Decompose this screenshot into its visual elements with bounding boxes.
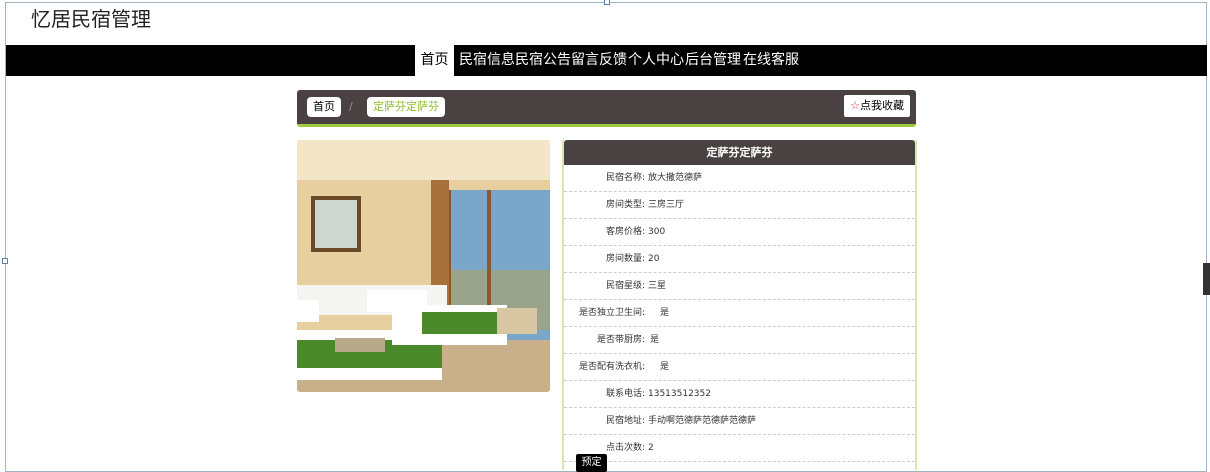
- row-label: 是否配有洗衣机:: [578, 362, 645, 372]
- breadcrumb-home[interactable]: 首页: [307, 97, 341, 117]
- row-label: 民宿地址:: [605, 416, 645, 426]
- row-value: 三房三厅: [648, 200, 685, 210]
- book-button[interactable]: 预定: [576, 454, 607, 472]
- favorite-label: 点我收藏: [860, 99, 904, 112]
- row-value: 13513512352: [648, 389, 711, 399]
- row-value: 300: [648, 227, 666, 237]
- detail-table: 定萨芬定萨芬 民宿名称: 放大撒范德萨 房间类型: 三房三厅 客房价格: 300…: [562, 140, 917, 472]
- row-label: 是否带厨房:: [596, 335, 645, 345]
- detail-row: 联系电话: 13513512352: [564, 381, 915, 408]
- main-nav: 首页 民宿信息 民宿公告 留言反馈 个人中心 后台管理 在线客服: [6, 45, 1207, 76]
- breadcrumb: 首页 / 定萨芬定萨芬 ☆点我收藏: [297, 90, 916, 127]
- star-icon: ☆: [850, 99, 860, 112]
- homestay-photo: [297, 140, 550, 392]
- row-label: 房间数量:: [605, 254, 645, 264]
- nav-item-feedback[interactable]: 留言反馈: [571, 45, 627, 76]
- site-title: 忆居民宿管理: [31, 7, 151, 31]
- row-label: 民宿星级:: [605, 281, 645, 291]
- row-value: 放大撒范德萨: [648, 173, 703, 183]
- nav-item-announcements[interactable]: 民宿公告: [515, 45, 571, 76]
- breadcrumb-current[interactable]: 定萨芬定萨芬: [367, 97, 445, 117]
- row-value: 是: [650, 335, 660, 345]
- resize-handle-left[interactable]: [2, 258, 8, 264]
- detail-row: 是否配有洗衣机: 是: [564, 354, 915, 381]
- row-value: 2: [648, 443, 654, 453]
- detail-title: 定萨芬定萨芬: [564, 140, 915, 165]
- favorite-button[interactable]: ☆点我收藏: [844, 95, 910, 117]
- side-panel-tab[interactable]: [1203, 263, 1210, 295]
- row-value: 是: [660, 308, 670, 318]
- detail-row: 民宿地址: 手动啊范德萨范德萨范德萨: [564, 408, 915, 435]
- detail-row: 是否带厨房: 是: [564, 327, 915, 354]
- nav-item-home[interactable]: 首页: [415, 45, 454, 76]
- detail-row: 是否独立卫生间: 是: [564, 300, 915, 327]
- row-value: 20: [648, 254, 660, 264]
- detail-row: 客房价格: 300: [564, 219, 915, 246]
- row-value: 手动啊范德萨范德萨范德萨: [648, 416, 757, 426]
- detail-row: 房间类型: 三房三厅: [564, 192, 915, 219]
- row-label: 客房价格:: [605, 227, 645, 237]
- row-label: 联系电话:: [605, 389, 645, 399]
- nav-item-personal-center[interactable]: 个人中心: [628, 45, 684, 76]
- row-value: 是: [660, 362, 670, 372]
- row-label: 点击次数:: [605, 443, 645, 453]
- nav-item-online-service[interactable]: 在线客服: [743, 45, 799, 76]
- detail-row: 点击次数: 2: [564, 435, 915, 462]
- nav-item-homestay-info[interactable]: 民宿信息: [459, 45, 515, 76]
- detail-row: 民宿名称: 放大撒范德萨: [564, 165, 915, 192]
- nav-item-admin[interactable]: 后台管理: [685, 45, 741, 76]
- breadcrumb-separator: /: [349, 100, 353, 113]
- row-label: 民宿名称:: [605, 173, 645, 183]
- resize-handle-top[interactable]: [604, 0, 610, 5]
- detail-row: 民宿星级: 三星: [564, 273, 915, 300]
- detail-row: 房间数量: 20: [564, 246, 915, 273]
- row-label: 是否独立卫生间:: [578, 308, 645, 318]
- row-value: 三星: [648, 281, 667, 291]
- row-label: 房间类型:: [605, 200, 645, 210]
